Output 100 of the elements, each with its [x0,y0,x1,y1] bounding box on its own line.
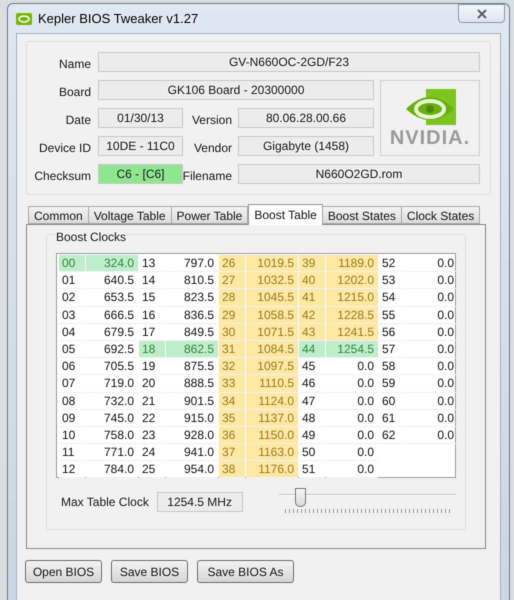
value-cell: 1228.5 [326,306,378,324]
value-cell: 954.0 [166,461,218,478]
value-cell: 758.0 [86,426,138,444]
index-cell: 19 [139,358,165,376]
value-cell: 0.0 [406,289,458,307]
close-button[interactable] [458,4,505,23]
value-field: C6 - [C6] [98,164,183,184]
value-cell: 1176.0 [246,461,298,478]
index-cell: 27 [219,272,245,290]
index-cell: 58 [379,358,405,376]
value-cell: 0.0 [326,426,378,444]
clock-slider[interactable] [278,488,456,516]
tab[interactable]: Clock States [400,206,480,224]
value-field: 01/30/13 [98,108,183,128]
value-field: GK106 Board - 20300000 [98,80,374,100]
tab[interactable]: Voltage Table [88,206,172,224]
close-icon [476,8,488,18]
field-label: Filename [182,168,232,185]
value-cell: 0.0 [326,358,378,376]
value-cell: 836.5 [166,306,218,324]
logo-text: NVIDIA. [390,127,470,149]
index-cell: 18 [139,340,165,358]
value-cell: 771.0 [86,444,138,462]
index-cell: 46 [299,375,325,392]
index-cell: 28 [219,289,245,307]
index-cell: 37 [219,444,245,462]
index-cell: 49 [299,426,325,444]
index-cell: 30 [219,324,245,341]
value-cell: 1058.5 [246,306,298,324]
value-cell: 784.0 [86,461,138,478]
index-cell: 21 [139,392,165,410]
value-cell: 0.0 [406,358,458,376]
value-cell: 679.5 [86,324,138,341]
value-cell: 0.0 [326,392,378,410]
index-cell: 24 [139,444,165,462]
max-clock-field: 1254.5 MHz [156,492,242,512]
index-cell: 55 [379,306,405,324]
tab[interactable]: Boost Table [248,204,323,225]
action-button[interactable]: Save BIOS As [197,560,294,583]
value-cell: 797.0 [166,255,218,272]
action-button[interactable]: Save BIOS [111,560,188,583]
index-cell: 01 [59,272,85,290]
app-icon [16,12,32,24]
index-cell: 16 [139,306,165,324]
value-field: 10DE - 11C0 [98,136,183,156]
value-cell: 0.0 [406,324,458,341]
value-cell: 0.0 [326,461,378,478]
value-cell: 862.5 [166,340,218,358]
value-cell: 745.0 [86,410,138,427]
index-cell: 40 [299,272,325,290]
value-cell: 1202.0 [326,272,378,290]
index-cell: 52 [379,255,405,272]
value-cell: 1097.5 [246,358,298,376]
value-cell: 915.0 [166,410,218,427]
tab[interactable]: Power Table [170,206,248,224]
index-cell: 10 [59,426,85,444]
field-label: Board [58,84,91,101]
index-cell: 29 [219,306,245,324]
index-cell: 22 [139,410,165,427]
index-cell: 09 [59,410,85,427]
value-cell: 888.5 [166,375,218,392]
index-cell: 45 [299,358,325,376]
value-cell: 0.0 [406,426,458,444]
index-cell: 51 [299,461,325,478]
index-cell: 42 [299,306,325,324]
index-cell: 12 [59,461,85,478]
value-cell: 732.0 [86,392,138,410]
index-cell: 07 [59,375,85,392]
index-cell: 05 [59,340,85,358]
value-cell: 666.5 [86,306,138,324]
index-cell: 32 [219,358,245,376]
value-cell: 692.5 [86,340,138,358]
tab[interactable]: Boost States [322,206,402,224]
index-cell: 38 [219,461,245,478]
index-cell: 41 [299,289,325,307]
value-cell: 1254.5 [326,340,378,358]
index-cell: 53 [379,272,405,290]
value-cell: 324.0 [86,255,138,272]
index-cell: 62 [379,426,405,444]
index-cell: 11 [59,444,85,462]
index-cell: 57 [379,340,405,358]
value-field: N660O2GD.rom [238,164,480,184]
value-cell: 875.5 [166,358,218,376]
index-cell: 25 [139,461,165,478]
value-cell: 705.5 [86,358,138,376]
value-field: Gigabyte (1458) [238,136,374,156]
value-cell: 823.5 [166,289,218,307]
value-cell: 653.5 [86,289,138,307]
index-cell: 04 [59,324,85,341]
index-cell: 47 [299,392,325,410]
field-label: Checksum [33,168,91,185]
index-cell: 23 [139,426,165,444]
index-cell: 13 [139,255,165,272]
action-button[interactable]: Open BIOS [25,560,102,583]
value-cell: 1163.0 [246,444,298,462]
value-cell: 1071.5 [246,324,298,341]
tab[interactable]: Common [28,206,89,224]
value-cell: 0.0 [406,340,458,358]
index-cell: 60 [379,392,405,410]
slider-thumb[interactable] [295,488,306,507]
